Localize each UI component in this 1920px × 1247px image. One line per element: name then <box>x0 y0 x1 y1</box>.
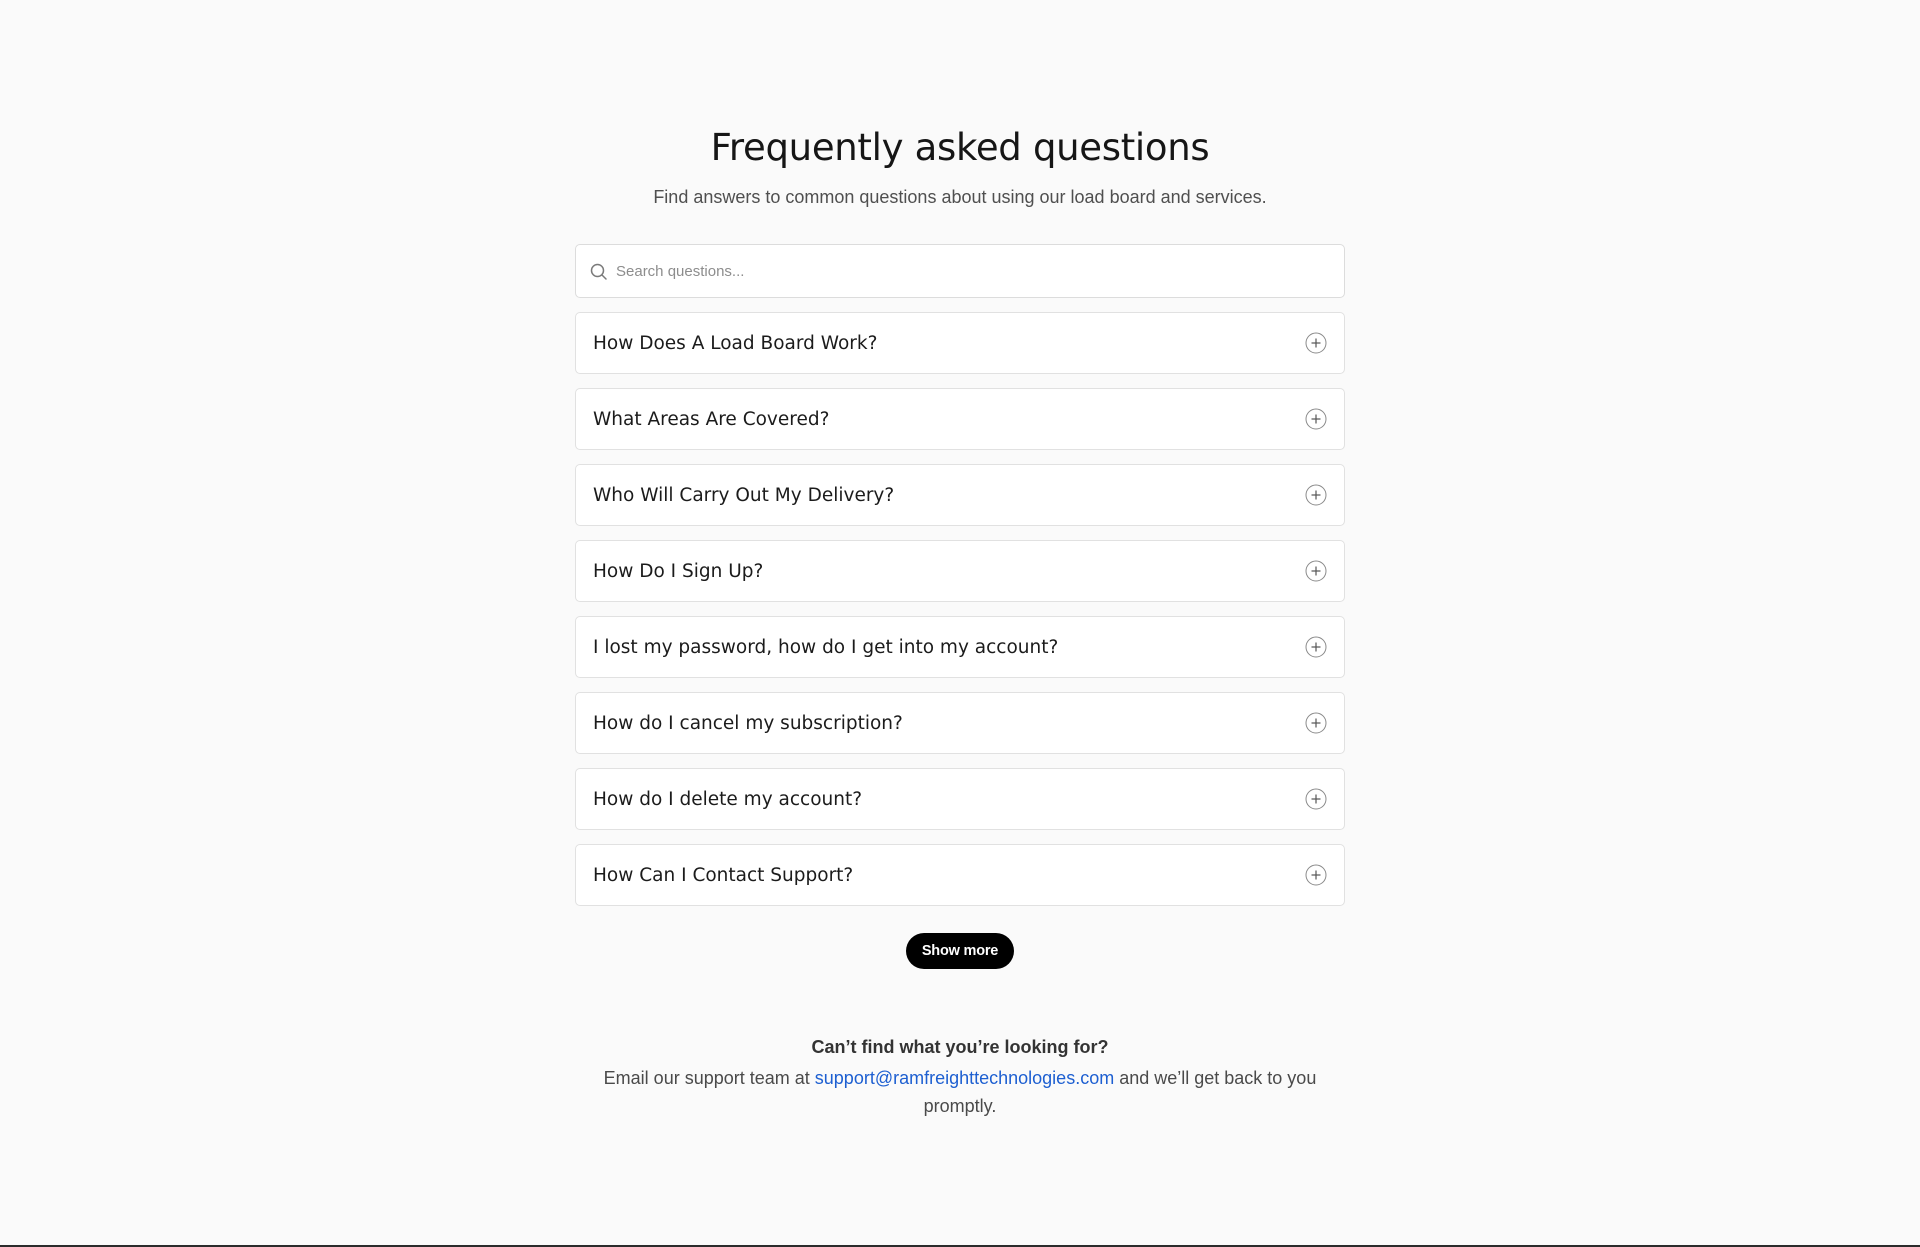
plus-icon[interactable] <box>1305 560 1327 582</box>
faq-question: I lost my password, how do I get into my… <box>593 636 1059 658</box>
faq-item[interactable]: How Do I Sign Up? <box>575 540 1345 602</box>
contact-section: Can’t find what you’re looking for? Emai… <box>0 1036 1920 1120</box>
faq-question: Who Will Carry Out My Delivery? <box>593 484 895 506</box>
faq-item[interactable]: Who Will Carry Out My Delivery? <box>575 464 1345 526</box>
faq-question: What Areas Are Covered? <box>593 408 830 430</box>
faq-item[interactable]: How do I delete my account? <box>575 768 1345 830</box>
plus-icon[interactable] <box>1305 484 1327 506</box>
page-subtitle: Find answers to common questions about u… <box>653 187 1267 207</box>
support-email-link[interactable]: support@ramfreighttechnologies.com <box>815 1068 1114 1088</box>
search-box[interactable] <box>575 244 1345 298</box>
page-title: Frequently asked questions <box>710 126 1210 169</box>
plus-icon[interactable] <box>1305 332 1327 354</box>
faq-question: How Do I Sign Up? <box>593 560 764 582</box>
faq-item[interactable]: What Areas Are Covered? <box>575 388 1345 450</box>
contact-text-before: Email our support team at <box>603 1068 815 1088</box>
faq-page: Frequently asked questions Find answers … <box>0 0 1920 1247</box>
contact-text: Email our support team at support@ramfre… <box>590 1064 1330 1120</box>
plus-icon[interactable] <box>1305 788 1327 810</box>
faq-question: How Can I Contact Support? <box>593 864 854 886</box>
search-input[interactable] <box>616 245 1316 297</box>
faq-item[interactable]: How Does A Load Board Work? <box>575 312 1345 374</box>
faq-header: Frequently asked questions Find answers … <box>0 125 1920 208</box>
plus-icon[interactable] <box>1305 408 1327 430</box>
plus-icon[interactable] <box>1305 636 1327 658</box>
contact-heading: Can’t find what you’re looking for? <box>811 1037 1109 1057</box>
faq-item[interactable]: How Can I Contact Support? <box>575 844 1345 906</box>
search-icon <box>590 263 607 280</box>
faq-section: How Does A Load Board Work? What Areas Ar… <box>575 244 1345 969</box>
plus-icon[interactable] <box>1305 712 1327 734</box>
faq-question: How do I delete my account? <box>593 788 863 810</box>
show-more-button[interactable]: Show more <box>905 933 1015 969</box>
faq-question: How do I cancel my subscription? <box>593 712 903 734</box>
show-more-container: Show more <box>575 933 1345 969</box>
faq-question: How Does A Load Board Work? <box>593 332 878 354</box>
faq-item[interactable]: I lost my password, how do I get into my… <box>575 616 1345 678</box>
faq-list: How Does A Load Board Work? What Areas Ar… <box>575 312 1345 906</box>
faq-item[interactable]: How do I cancel my subscription? <box>575 692 1345 754</box>
plus-icon[interactable] <box>1305 864 1327 886</box>
